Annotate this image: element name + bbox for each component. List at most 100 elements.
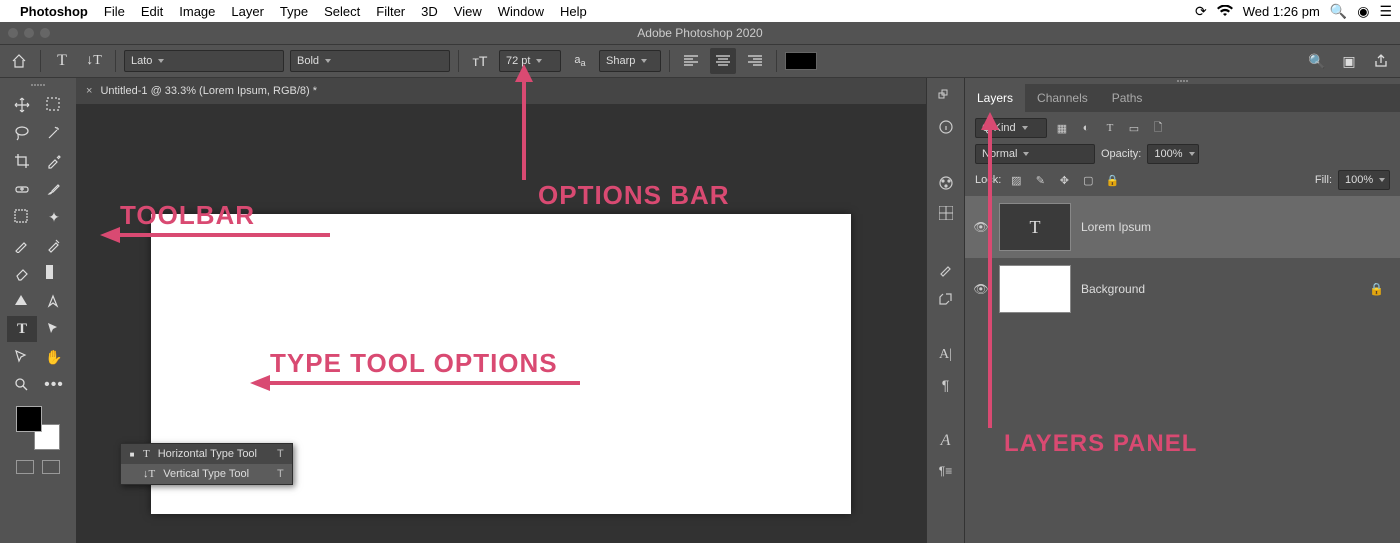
menu-type[interactable]: Type [280, 4, 308, 19]
align-center-button[interactable] [710, 48, 736, 74]
more-tools[interactable]: ••• [39, 372, 69, 398]
toolbar-grip[interactable] [23, 84, 53, 88]
pen-tool[interactable] [39, 288, 69, 314]
paragraph-panel-icon[interactable]: ¶ [937, 376, 955, 394]
move-tool[interactable] [7, 92, 37, 118]
lock-artboard-icon[interactable]: ▢ [1079, 171, 1097, 189]
hand-tool[interactable]: ✋ [39, 344, 69, 370]
spotlight-icon[interactable]: 🔍 [1330, 4, 1347, 18]
clone-panel-icon[interactable] [937, 290, 955, 308]
glyphs-panel-icon[interactable]: A [937, 432, 955, 450]
layer-row[interactable]: 👁 T Lorem Ipsum [965, 196, 1400, 258]
color-swatches[interactable] [16, 406, 60, 450]
eraser-tool[interactable] [7, 260, 37, 286]
direct-selection-tool[interactable] [7, 344, 37, 370]
character-panel-icon[interactable]: A| [937, 346, 955, 364]
menu-select[interactable]: Select [324, 4, 360, 19]
blend-mode-dropdown[interactable]: Normal [975, 144, 1095, 164]
lock-position-icon[interactable]: ✥ [1055, 171, 1073, 189]
type-tool-indicator-icon[interactable]: T [49, 48, 75, 74]
close-tab-icon[interactable]: × [86, 85, 92, 97]
menu-filter[interactable]: Filter [376, 4, 405, 19]
window-controls[interactable] [8, 28, 50, 38]
layer-name[interactable]: Lorem Ipsum [1081, 220, 1151, 234]
layer-name[interactable]: Background [1081, 282, 1145, 296]
swatches-panel-icon[interactable] [937, 174, 955, 192]
menu-view[interactable]: View [454, 4, 482, 19]
type-tool[interactable]: T [7, 316, 37, 342]
brush-panel-icon[interactable] [937, 260, 955, 278]
gradient-tool[interactable] [39, 260, 69, 286]
filter-shape-icon[interactable]: ▭ [1125, 119, 1143, 137]
document-tab[interactable]: × Untitled-1 @ 33.3% (Lorem Ipsum, RGB/8… [76, 78, 926, 104]
sync-icon[interactable]: ⟳ [1195, 4, 1207, 18]
info-panel-icon[interactable] [937, 118, 955, 136]
align-right-button[interactable] [742, 48, 768, 74]
paintbrush-tool[interactable] [7, 232, 37, 258]
healing-brush-tool[interactable] [7, 176, 37, 202]
menu-image[interactable]: Image [179, 4, 215, 19]
crop-tool[interactable] [7, 148, 37, 174]
styles-panel-icon[interactable]: ¶≡ [937, 462, 955, 480]
tab-layers[interactable]: Layers [965, 84, 1025, 112]
menu-3d[interactable]: 3D [421, 4, 438, 19]
antialias-dropdown[interactable]: Sharp [599, 50, 661, 72]
menu-help[interactable]: Help [560, 4, 587, 19]
filter-smart-icon[interactable]: 🗋 [1149, 119, 1167, 137]
opacity-dropdown[interactable]: 100% [1147, 144, 1199, 164]
visibility-toggle-icon[interactable]: 👁 [973, 220, 989, 234]
layer-thumbnail[interactable] [999, 265, 1071, 313]
siri-icon[interactable]: ◉ [1357, 4, 1369, 18]
font-style-dropdown[interactable]: Bold [290, 50, 450, 72]
fill-dropdown[interactable]: 100% [1338, 170, 1390, 190]
filter-image-icon[interactable]: ▦ [1053, 119, 1071, 137]
flyout-vertical-type[interactable]: ↓T Vertical Type Tool T [121, 464, 292, 484]
align-left-button[interactable] [678, 48, 704, 74]
frame-tool[interactable] [7, 204, 37, 230]
app-name-menu[interactable]: Photoshop [20, 4, 88, 19]
lasso-tool[interactable] [7, 120, 37, 146]
wifi-icon[interactable] [1217, 5, 1233, 17]
layer-thumbnail[interactable]: T [999, 203, 1071, 251]
filter-adjust-icon[interactable]: ◐ [1077, 119, 1095, 137]
clone-stamp-tool[interactable]: ✦ [39, 204, 69, 230]
lock-all-icon[interactable]: 🔒 [1103, 171, 1121, 189]
menu-window[interactable]: Window [498, 4, 544, 19]
lock-brush-icon[interactable]: ✎ [1031, 171, 1049, 189]
window-title: Adobe Photoshop 2020 [637, 26, 762, 40]
tab-channels[interactable]: Channels [1025, 84, 1100, 112]
grid-panel-icon[interactable] [937, 204, 955, 222]
notification-center-icon[interactable]: ☰ [1379, 4, 1392, 18]
menu-layer[interactable]: Layer [231, 4, 264, 19]
magic-wand-tool[interactable] [39, 120, 69, 146]
foreground-color-swatch[interactable] [16, 406, 42, 432]
path-selection-tool[interactable] [39, 316, 69, 342]
search-button[interactable]: 🔍 [1304, 48, 1330, 74]
menubar-clock[interactable]: Wed 1:26 pm [1243, 4, 1320, 19]
layer-row[interactable]: 👁 Background 🔒 [965, 258, 1400, 320]
lock-icon: 🔒 [1369, 282, 1384, 296]
share-button[interactable] [1368, 48, 1394, 74]
text-color-swatch[interactable] [785, 52, 817, 70]
screen-mode-toggle[interactable] [42, 460, 60, 474]
shape-triangle-tool[interactable] [7, 288, 37, 314]
tab-paths[interactable]: Paths [1100, 84, 1155, 112]
lock-pixels-icon[interactable]: ▨ [1007, 171, 1025, 189]
font-family-dropdown[interactable]: Lato [124, 50, 284, 72]
filter-type-icon[interactable]: T [1101, 119, 1119, 137]
marquee-tool[interactable] [39, 92, 69, 118]
quick-mask-toggle[interactable] [16, 460, 34, 474]
menu-edit[interactable]: Edit [141, 4, 163, 19]
history-brush-tool[interactable] [39, 232, 69, 258]
menu-file[interactable]: File [104, 4, 125, 19]
screen-mode-button[interactable]: ▣ [1336, 48, 1362, 74]
zoom-tool[interactable] [7, 372, 37, 398]
flyout-horizontal-type[interactable]: ■ T Horizontal Type Tool T [121, 444, 292, 464]
brush-tool[interactable] [39, 176, 69, 202]
visibility-toggle-icon[interactable]: 👁 [973, 282, 989, 296]
color-panel-icon[interactable] [937, 88, 955, 106]
text-orientation-toggle[interactable]: ↓T [81, 48, 107, 74]
home-button[interactable] [6, 48, 32, 74]
eyedropper-tool[interactable] [39, 148, 69, 174]
toolbar: ✦ T ✋ ••• [0, 78, 76, 543]
